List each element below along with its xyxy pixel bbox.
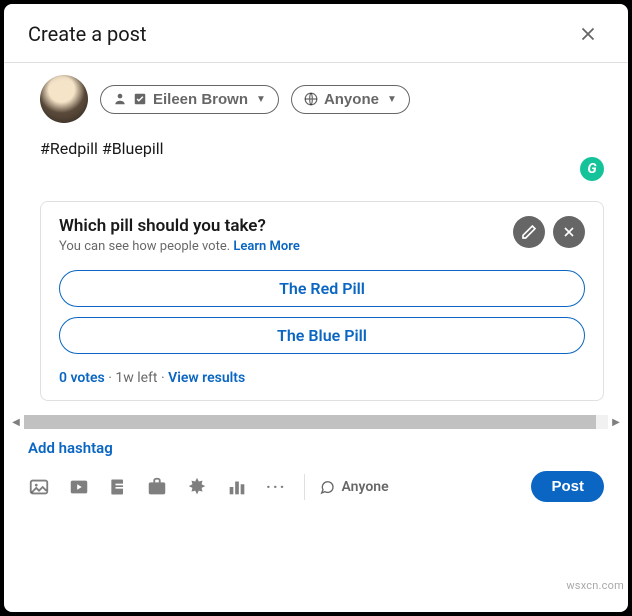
poll-header: Which pill should you take? You can see … — [59, 216, 585, 254]
author-selector[interactable]: Eileen Brown ▼ — [100, 85, 279, 114]
view-results-link[interactable]: View results — [168, 370, 245, 386]
visibility-selector[interactable]: Anyone ▼ — [291, 85, 410, 114]
separator — [304, 474, 305, 500]
tool-icons: ··· — [28, 476, 286, 498]
starburst-icon — [186, 476, 208, 498]
scroll-right-arrow[interactable]: ▶ — [610, 415, 622, 429]
image-icon — [28, 476, 50, 498]
edit-poll-button[interactable] — [513, 216, 545, 248]
grammarly-badge[interactable]: G — [580, 157, 604, 181]
add-photo-button[interactable] — [28, 476, 50, 498]
scroll-thumb[interactable] — [24, 415, 596, 429]
poll-actions — [513, 216, 585, 248]
briefcase-icon — [146, 476, 168, 498]
votes-count[interactable]: 0 votes — [59, 370, 105, 386]
poll-subtext: You can see how people vote. Learn More — [59, 239, 300, 254]
speech-bubble-icon — [319, 479, 335, 495]
learn-more-link[interactable]: Learn More — [233, 239, 299, 254]
scroll-track[interactable] — [24, 415, 608, 429]
create-post-modal: Create a post Eileen Brown ▼ Anyone ▼ #R… — [4, 4, 628, 612]
chevron-down-icon: ▼ — [387, 94, 397, 105]
pencil-icon — [521, 224, 537, 240]
checkbox-icon — [133, 92, 147, 106]
celebrate-button[interactable] — [186, 476, 208, 498]
add-hashtag-button[interactable]: Add hashtag — [4, 431, 628, 465]
modal-header: Create a post — [4, 4, 628, 63]
add-job-button[interactable] — [146, 476, 168, 498]
document-icon — [108, 477, 128, 497]
person-icon — [113, 92, 127, 106]
more-tools-button[interactable]: ··· — [266, 477, 286, 496]
footer: ··· Anyone Post — [4, 465, 628, 516]
remove-poll-button[interactable] — [553, 216, 585, 248]
horizontal-scrollbar[interactable]: ◀ ▶ — [4, 409, 628, 431]
modal-title: Create a post — [28, 22, 147, 46]
poll-meta: 0 votes · 1w left · View results — [59, 370, 585, 386]
ellipsis-icon: ··· — [266, 477, 286, 496]
create-poll-button[interactable] — [226, 476, 248, 498]
chart-icon — [226, 476, 248, 498]
poll-card: Which pill should you take? You can see … — [40, 201, 604, 401]
close-button[interactable] — [572, 18, 604, 50]
chevron-down-icon: ▼ — [256, 94, 266, 105]
scroll-left-arrow[interactable]: ◀ — [10, 415, 22, 429]
avatar[interactable] — [40, 75, 88, 123]
post-text-area[interactable]: #Redpill #Bluepill G — [4, 131, 628, 171]
poll-question: Which pill should you take? — [59, 216, 300, 236]
modal-body: Eileen Brown ▼ Anyone ▼ #Redpill #Bluepi… — [4, 63, 628, 612]
poll-option[interactable]: The Red Pill — [59, 270, 585, 307]
author-name: Eileen Brown — [153, 91, 248, 108]
close-icon — [577, 23, 599, 45]
author-row: Eileen Brown ▼ Anyone ▼ — [4, 63, 628, 131]
watermark: wsxcn.com — [566, 579, 624, 592]
add-video-button[interactable] — [68, 476, 90, 498]
post-text-content: #Redpill #Bluepill — [40, 139, 164, 158]
poll-time-left: 1w left — [115, 370, 157, 386]
globe-icon — [304, 92, 318, 106]
add-document-button[interactable] — [108, 477, 128, 497]
poll-options: The Red Pill The Blue Pill — [59, 270, 585, 354]
visibility-label: Anyone — [324, 91, 379, 108]
comment-setting-button[interactable]: Anyone — [319, 479, 388, 495]
post-button[interactable]: Post — [531, 471, 604, 502]
x-icon — [561, 224, 577, 240]
comment-setting-label: Anyone — [341, 479, 388, 495]
poll-option[interactable]: The Blue Pill — [59, 317, 585, 354]
video-icon — [68, 476, 90, 498]
